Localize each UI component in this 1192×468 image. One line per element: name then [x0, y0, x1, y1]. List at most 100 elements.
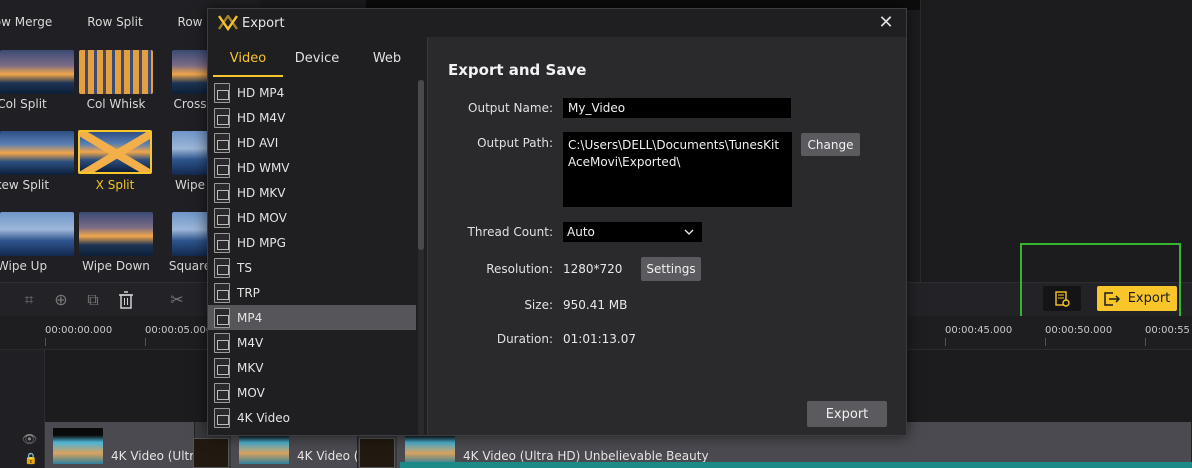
format-scrollbar[interactable]: [418, 80, 424, 435]
video-file-icon: [214, 282, 230, 303]
thread-count-select[interactable]: Auto: [563, 222, 702, 242]
dialog-titlebar: Export ✕: [208, 9, 906, 37]
section-title: Export and Save: [448, 61, 587, 79]
format-label: M4V: [237, 335, 264, 350]
clip-label: 4K Video (: [297, 449, 358, 463]
format-label: TS: [237, 260, 252, 275]
transition-thumb-col-whisk[interactable]: [79, 50, 153, 94]
output-path-label: Output Path:: [477, 136, 553, 150]
format-label: TRP: [237, 285, 260, 300]
video-file-icon: [214, 332, 230, 353]
copy-icon[interactable]: ⧉: [84, 291, 102, 309]
scissors-icon[interactable]: ✂: [168, 291, 186, 309]
format-item[interactable]: TS: [208, 255, 416, 280]
transition-thumb-cross[interactable]: [172, 50, 212, 94]
tab-device[interactable]: Device: [282, 37, 352, 77]
video-file-icon: [214, 82, 230, 103]
change-path-button[interactable]: Change: [801, 133, 860, 156]
crop-icon[interactable]: ⌗: [20, 291, 38, 309]
transition-thumb-col-split[interactable]: [0, 50, 74, 94]
audio-bar: [400, 462, 1192, 468]
clip-thumbnail: [53, 428, 103, 464]
output-name-label: Output Name:: [468, 101, 553, 115]
format-label: HD MOV: [237, 210, 287, 225]
format-item[interactable]: MOV: [208, 380, 416, 405]
video-clip[interactable]: 4K Video (Ultr: [45, 422, 195, 468]
format-label: 4K Video: [237, 410, 290, 425]
format-label: HD MKV: [237, 185, 286, 200]
format-list: HD MP4 HD M4V HD AVI HD WMV HD MKV HD MOV HD M…: [208, 80, 417, 435]
format-item[interactable]: 4K Video: [208, 405, 416, 430]
transition-thumb-x-split[interactable]: [78, 130, 152, 174]
scrollbar-thumb[interactable]: [418, 80, 424, 250]
format-item[interactable]: HD MKV: [208, 180, 416, 205]
ruler-tick: [145, 338, 146, 346]
thread-count-label: Thread Count:: [467, 225, 553, 239]
clip-label: 4K Video (Ultr: [111, 449, 195, 463]
format-item[interactable]: MP4: [208, 305, 416, 330]
video-file-icon: [214, 207, 230, 228]
ruler-label: 00:00:05.000: [145, 325, 213, 336]
settings-button[interactable]: Settings: [641, 257, 701, 281]
transition-thumb-square[interactable]: [172, 212, 212, 256]
transition-thumb-skew-split[interactable]: [0, 131, 74, 175]
video-file-icon: [214, 257, 230, 278]
thread-count-value: Auto: [567, 225, 595, 239]
trash-icon[interactable]: [117, 291, 135, 309]
format-item[interactable]: MKV: [208, 355, 416, 380]
video-file-icon: [214, 132, 230, 153]
video-file-icon: [214, 382, 230, 403]
export-form: Export and Save Output Name: Output Path…: [428, 37, 906, 435]
transition-thumb-wipe-down[interactable]: [79, 212, 153, 256]
ruler-label: 00:00:50.000: [1045, 325, 1113, 336]
transition-label: Col Split: [0, 97, 47, 111]
video-file-icon: [214, 407, 230, 428]
dialog-title: Export: [242, 16, 285, 31]
clip-label: 4K Video (Ultra HD) Unbelievable Beauty: [463, 449, 709, 463]
format-item[interactable]: HD M4V: [208, 105, 416, 130]
size-value: 950.41 MB: [563, 298, 628, 312]
format-label: HD WMV: [237, 160, 290, 175]
close-icon[interactable]: ✕: [876, 13, 896, 33]
transition-label: Wipe Up: [0, 259, 48, 273]
video-file-icon: [214, 182, 230, 203]
transition-label: kew Split: [0, 178, 50, 192]
format-pane: Video Device Web HD MP4 HD M4V HD AVI HD WM…: [208, 37, 428, 435]
video-file-icon: [214, 232, 230, 253]
format-label: MP4: [237, 310, 263, 325]
ruler-tick: [945, 338, 946, 346]
size-label: Size:: [524, 298, 553, 312]
output-name-field[interactable]: [563, 98, 791, 118]
ruler-label: 00:00:45.000: [945, 325, 1013, 336]
export-dialog: Export ✕ Video Device Web HD MP4 HD M4V HD…: [207, 8, 907, 436]
ruler-label: 00:00:55: [1145, 325, 1190, 336]
transition-marker[interactable]: [359, 438, 395, 468]
app-logo-icon: [218, 15, 238, 31]
format-item[interactable]: HD WMV: [208, 155, 416, 180]
format-item[interactable]: HD AVI: [208, 130, 416, 155]
track-header: 👁 🔒: [0, 350, 45, 468]
video-file-icon: [214, 357, 230, 378]
transition-thumb-wipe[interactable]: [172, 131, 212, 175]
x-shape-icon: [80, 132, 150, 172]
transition-marker[interactable]: [193, 438, 229, 468]
right-panel: [920, 0, 1192, 282]
chevron-down-icon: [684, 229, 694, 235]
video-file-icon: [214, 307, 230, 328]
format-item[interactable]: HD MOV: [208, 205, 416, 230]
duration-label: Duration:: [496, 332, 553, 346]
dialog-export-button[interactable]: Export: [807, 401, 887, 427]
eye-icon[interactable]: 👁: [22, 432, 37, 446]
transition-thumb-wipe-up[interactable]: [0, 212, 74, 256]
lock-icon[interactable]: 🔒: [24, 452, 38, 465]
zoom-icon[interactable]: ⊕: [52, 291, 70, 309]
format-item[interactable]: HD MPG: [208, 230, 416, 255]
tab-video[interactable]: Video: [213, 37, 283, 77]
tab-web[interactable]: Web: [352, 37, 422, 77]
duration-value: 01:01:13.07: [563, 332, 636, 346]
output-path-field[interactable]: C:\Users\DELL\Documents\TunesKit AceMovi…: [563, 132, 792, 207]
resolution-value: 1280*720: [563, 262, 623, 276]
format-item[interactable]: M4V: [208, 330, 416, 355]
format-item[interactable]: TRP: [208, 280, 416, 305]
format-item[interactable]: HD MP4: [208, 80, 416, 105]
